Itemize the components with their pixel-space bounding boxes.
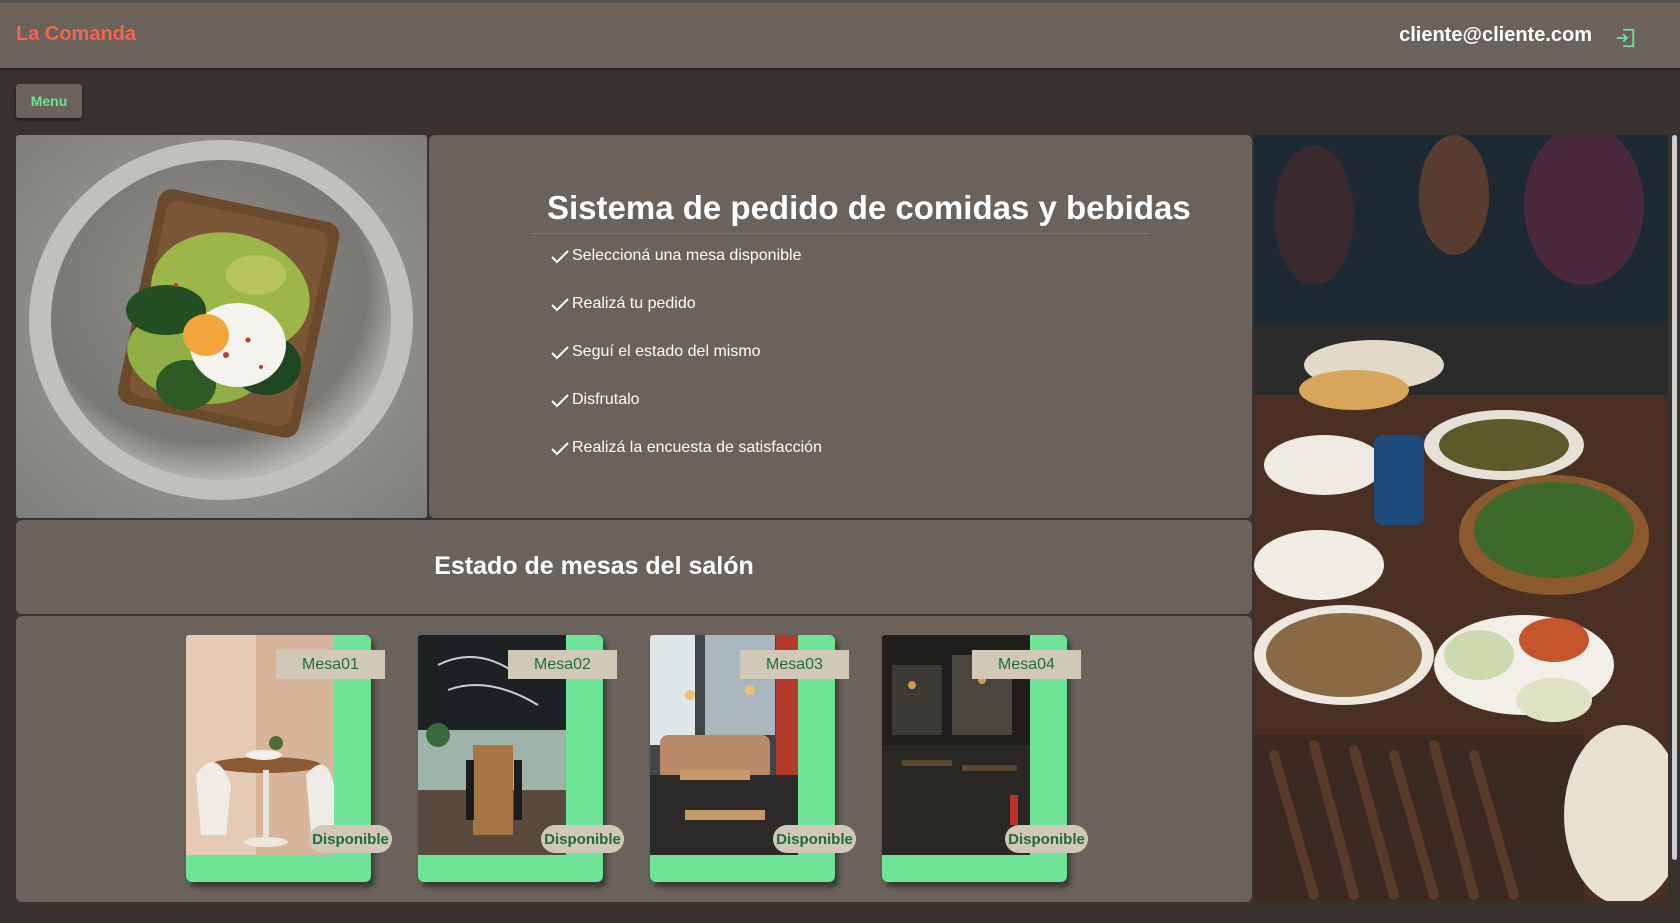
estado-title-wrap: Estado de mesas del salón <box>16 552 1252 581</box>
step-label: Seguí el estado del mismo <box>572 343 761 360</box>
user-email: cliente@cliente.com <box>1399 24 1592 46</box>
buffet-image <box>1254 135 1668 901</box>
estado-panel: Estado de mesas del salón <box>16 520 1252 614</box>
mesa-card-mesa03[interactable]: Mesa03 Disponible <box>650 635 856 882</box>
mesa-name: Mesa04 <box>972 650 1081 679</box>
step-label: Realizá tu pedido <box>572 295 696 312</box>
mesa-name: Mesa03 <box>740 650 849 679</box>
step-item: Seguí el estado del mismo <box>551 343 822 391</box>
top-navbar: La Comanda cliente@cliente.com <box>0 0 1680 68</box>
estado-title: Estado de mesas del salón <box>434 552 754 580</box>
status-badge: Disponible <box>541 825 624 853</box>
menu-button[interactable]: Menu <box>16 84 82 118</box>
step-item: Realizá la encuesta de satisfacción <box>551 439 822 487</box>
step-item: Disfrutalo <box>551 391 822 439</box>
intro-panel: Sistema de pedido de comidas y bebidas S… <box>429 135 1252 518</box>
mesa-card-mesa01[interactable]: Mesa01 Disponible <box>186 635 392 882</box>
step-item: Realizá tu pedido <box>551 295 822 343</box>
step-label: Realizá la encuesta de satisfacción <box>572 439 822 456</box>
checkmark-icon <box>551 394 569 408</box>
status-badge: Disponible <box>1005 825 1088 853</box>
intro-title: Sistema de pedido de comidas y bebidas <box>547 189 1191 226</box>
checkmark-icon <box>551 346 569 360</box>
step-item: Seleccioná una mesa disponible <box>551 247 822 295</box>
mesa-card-mesa02[interactable]: Mesa02 Disponible <box>418 635 624 882</box>
step-label: Seleccioná una mesa disponible <box>572 247 802 264</box>
mesa-name: Mesa02 <box>508 650 617 679</box>
intro-divider <box>532 233 1150 234</box>
step-label: Disfrutalo <box>572 391 640 408</box>
checkmark-icon <box>551 442 569 456</box>
status-badge: Disponible <box>773 825 856 853</box>
brand-logo[interactable]: La Comanda <box>16 23 136 46</box>
checkmark-icon <box>551 298 569 312</box>
steps-list: Seleccioná una mesa disponible Realizá t… <box>551 247 822 487</box>
scrollbar[interactable] <box>1672 135 1677 860</box>
checkmark-icon <box>551 250 569 264</box>
mesa-name: Mesa01 <box>276 650 385 679</box>
status-badge: Disponible <box>309 825 392 853</box>
avocado-toast-image <box>16 135 427 518</box>
logout-icon[interactable] <box>1614 27 1636 49</box>
mesa-card-mesa04[interactable]: Mesa04 Disponible <box>882 635 1088 882</box>
